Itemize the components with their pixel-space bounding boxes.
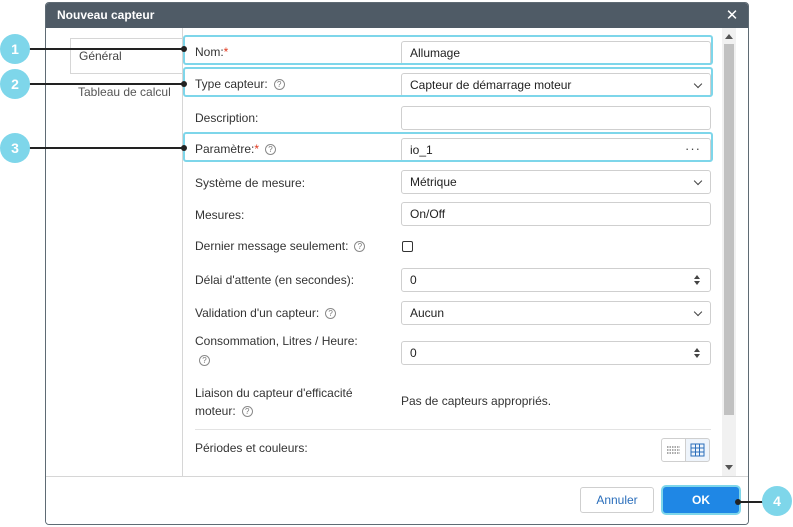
scroll-up-arrow-icon[interactable] [725,34,733,39]
table-icon [690,443,705,457]
measure-system-label: Système de mesure: [195,176,306,190]
measure-system-row: Système de mesure: Métrique [183,170,725,196]
callout-leader [28,83,184,85]
dialog-title: Nouveau capteur [57,8,155,22]
last-message-label: Dernier message seulement:? [195,239,366,253]
chevron-down-icon [693,307,703,317]
type-label: Type capteur:? [195,77,285,91]
last-message-row: Dernier message seulement:? [183,236,725,258]
consumption-row: Consommation, Litres / Heure: ? 0 [183,332,725,372]
help-icon[interactable]: ? [273,79,285,91]
chevron-down-icon [693,79,703,89]
callout-1: 1 [0,34,30,64]
callout-2: 2 [0,69,30,99]
type-row: Type capteur:? Capteur de démarrage mote… [183,72,725,98]
last-message-checkbox[interactable] [402,241,413,252]
help-icon[interactable]: ? [354,241,366,253]
measure-system-select[interactable]: Métrique [401,170,711,194]
name-label: Nom:* [195,45,229,59]
dialog-titlebar: Nouveau capteur ✕ [46,3,748,28]
callout-dot [735,499,741,505]
timeout-stepper[interactable]: 0 [401,268,711,292]
callout-dot [181,145,187,151]
consumption-stepper[interactable]: 0 [401,341,711,365]
form-panel: Nom:* Type capteur:? Capteur de démarrag… [182,28,724,476]
more-icon[interactable]: ··· [685,139,701,159]
tab-calculation-table[interactable]: Tableau de calcul [78,82,182,102]
cancel-button[interactable]: Annuler [580,487,654,513]
tab-sidebar: Général Tableau de calcul [46,28,182,476]
measures-input[interactable] [401,202,711,226]
measures-label: Mesures: [195,208,245,222]
consumption-label: Consommation, Litres / Heure: [195,334,358,348]
efficiency-value: Pas de capteurs appropriés. [401,394,552,408]
callout-3: 3 [0,133,30,163]
help-icon[interactable]: ? [265,144,277,156]
spinner-icon[interactable] [694,347,702,361]
help-icon[interactable]: ? [199,355,210,366]
timeout-label: Délai d'attente (en secondes): [195,273,355,287]
list-view-button[interactable] [661,438,686,462]
ok-button[interactable]: OK [663,487,739,513]
validation-label: Validation d'un capteur:? [195,306,337,320]
description-row: Description: [183,106,725,132]
dialog-footer: Annuler OK [46,476,748,524]
callout-4: 4 [762,486,792,516]
grid-view-button[interactable] [685,438,710,462]
sensor-type-select[interactable]: Capteur de démarrage moteur [401,73,711,97]
measures-row: Mesures: [183,202,725,228]
description-input[interactable] [401,106,711,130]
help-icon[interactable]: ? [325,308,337,320]
scroll-thumb[interactable] [724,44,734,415]
callout-leader [28,48,184,50]
validation-row: Validation d'un capteur:? Aucun [183,300,725,326]
close-icon[interactable]: ✕ [724,3,740,28]
dashed-list-icon [667,446,680,454]
name-row: Nom:* [183,40,725,66]
divider [195,429,711,430]
sensor-dialog: Nouveau capteur ✕ Général Tableau de cal… [45,2,749,525]
efficiency-row: Liaison du capteur d'efficacité moteur:? … [183,382,725,422]
parameter-input[interactable]: io_1 ··· [401,138,711,162]
tab-general[interactable]: Général [70,38,182,74]
view-toggle [661,438,711,462]
parameter-label: Paramètre:*? [195,142,277,156]
callout-leader [738,501,764,503]
scrollbar[interactable] [722,28,736,478]
periods-label: Périodes et couleurs: [195,441,308,455]
callout-dot [181,81,187,87]
chevron-down-icon [693,176,703,186]
spinner-icon[interactable] [694,274,702,288]
periods-row: Périodes et couleurs: [183,436,725,466]
parameter-row: Paramètre:*? io_1 ··· [183,137,725,163]
name-input[interactable] [401,41,711,65]
description-label: Description: [195,111,259,125]
help-icon[interactable]: ? [241,406,253,418]
callout-leader [28,147,184,149]
scroll-down-arrow-icon[interactable] [725,465,733,470]
validation-select[interactable]: Aucun [401,301,711,325]
timeout-row: Délai d'attente (en secondes): 0 [183,267,725,293]
callout-dot [181,46,187,52]
efficiency-label: Liaison du capteur d'efficacité moteur:? [195,386,353,418]
